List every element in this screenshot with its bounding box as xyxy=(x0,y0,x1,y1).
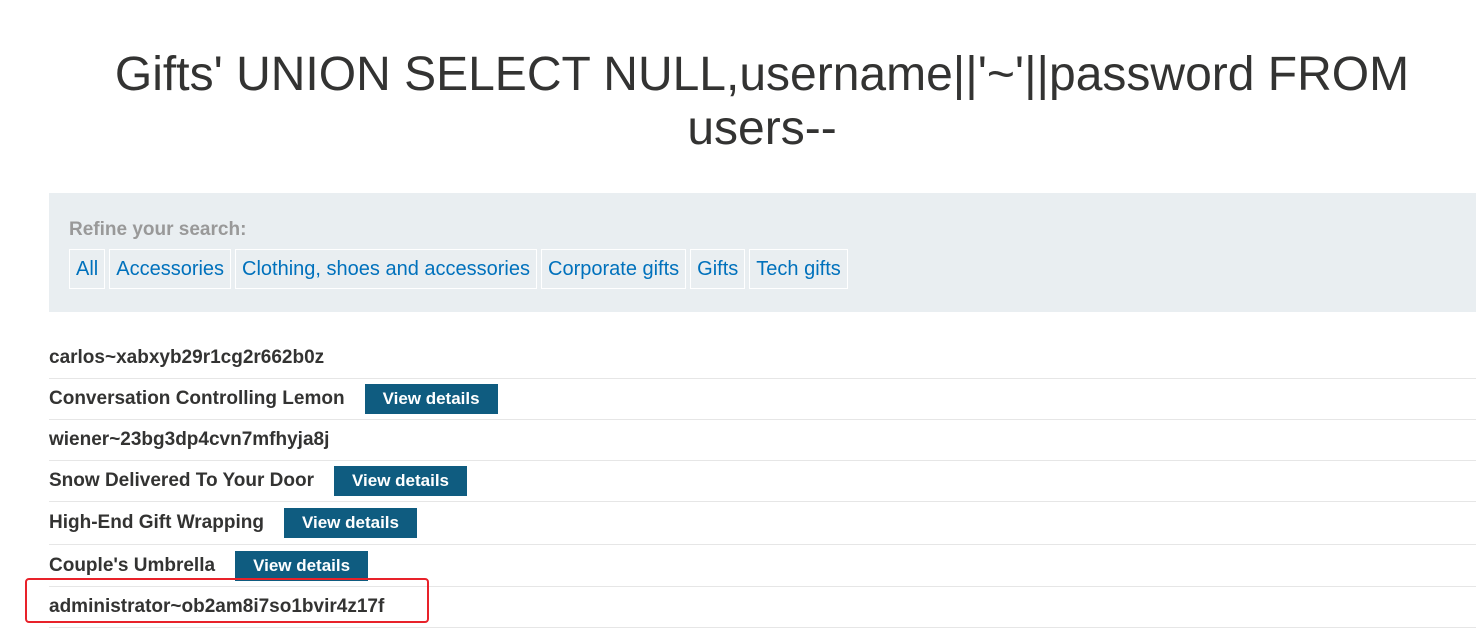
page-title: Gifts' UNION SELECT NULL,username||'~'||… xyxy=(114,48,1410,155)
result-name: wiener~23bg3dp4cvn7mfhyja8j xyxy=(49,429,330,450)
filter-link-gifts[interactable]: Gifts xyxy=(690,249,746,289)
filter-link-corporate-gifts[interactable]: Corporate gifts xyxy=(541,249,687,289)
highlight-annotation-box xyxy=(25,578,429,623)
view-details-button[interactable]: View details xyxy=(235,550,369,581)
filter-link-accessories[interactable]: Accessories xyxy=(109,249,232,289)
result-name: Couple's Umbrella xyxy=(49,554,216,576)
view-details-button[interactable]: View details xyxy=(364,384,498,414)
result-row: carlos~xabxyb29r1cg2r662b0z xyxy=(49,338,1476,379)
result-name: Conversation Controlling Lemon xyxy=(49,388,345,409)
filter-link-clothing[interactable]: Clothing, shoes and accessories xyxy=(235,249,537,289)
filter-heading: Refine your search: xyxy=(69,219,247,240)
view-details-button[interactable]: View details xyxy=(333,466,467,496)
filter-panel: Refine your search: All Accessories Clot… xyxy=(49,193,1476,312)
filter-link-all[interactable]: All xyxy=(69,249,106,289)
result-row: Conversation Controlling Lemon View deta… xyxy=(49,379,1476,420)
view-details-button[interactable]: View details xyxy=(283,508,417,538)
filter-link-tech-gifts[interactable]: Tech gifts xyxy=(749,249,848,289)
result-row: High-End Gift Wrapping View details xyxy=(49,502,1476,545)
filter-links: All Accessories Clothing, shoes and acce… xyxy=(69,249,848,289)
result-name: Snow Delivered To Your Door xyxy=(49,470,314,491)
result-row: wiener~23bg3dp4cvn7mfhyja8j xyxy=(49,420,1476,461)
result-name: carlos~xabxyb29r1cg2r662b0z xyxy=(49,347,325,368)
result-name: High-End Gift Wrapping xyxy=(49,512,264,533)
result-row: Snow Delivered To Your Door View details xyxy=(49,461,1476,502)
